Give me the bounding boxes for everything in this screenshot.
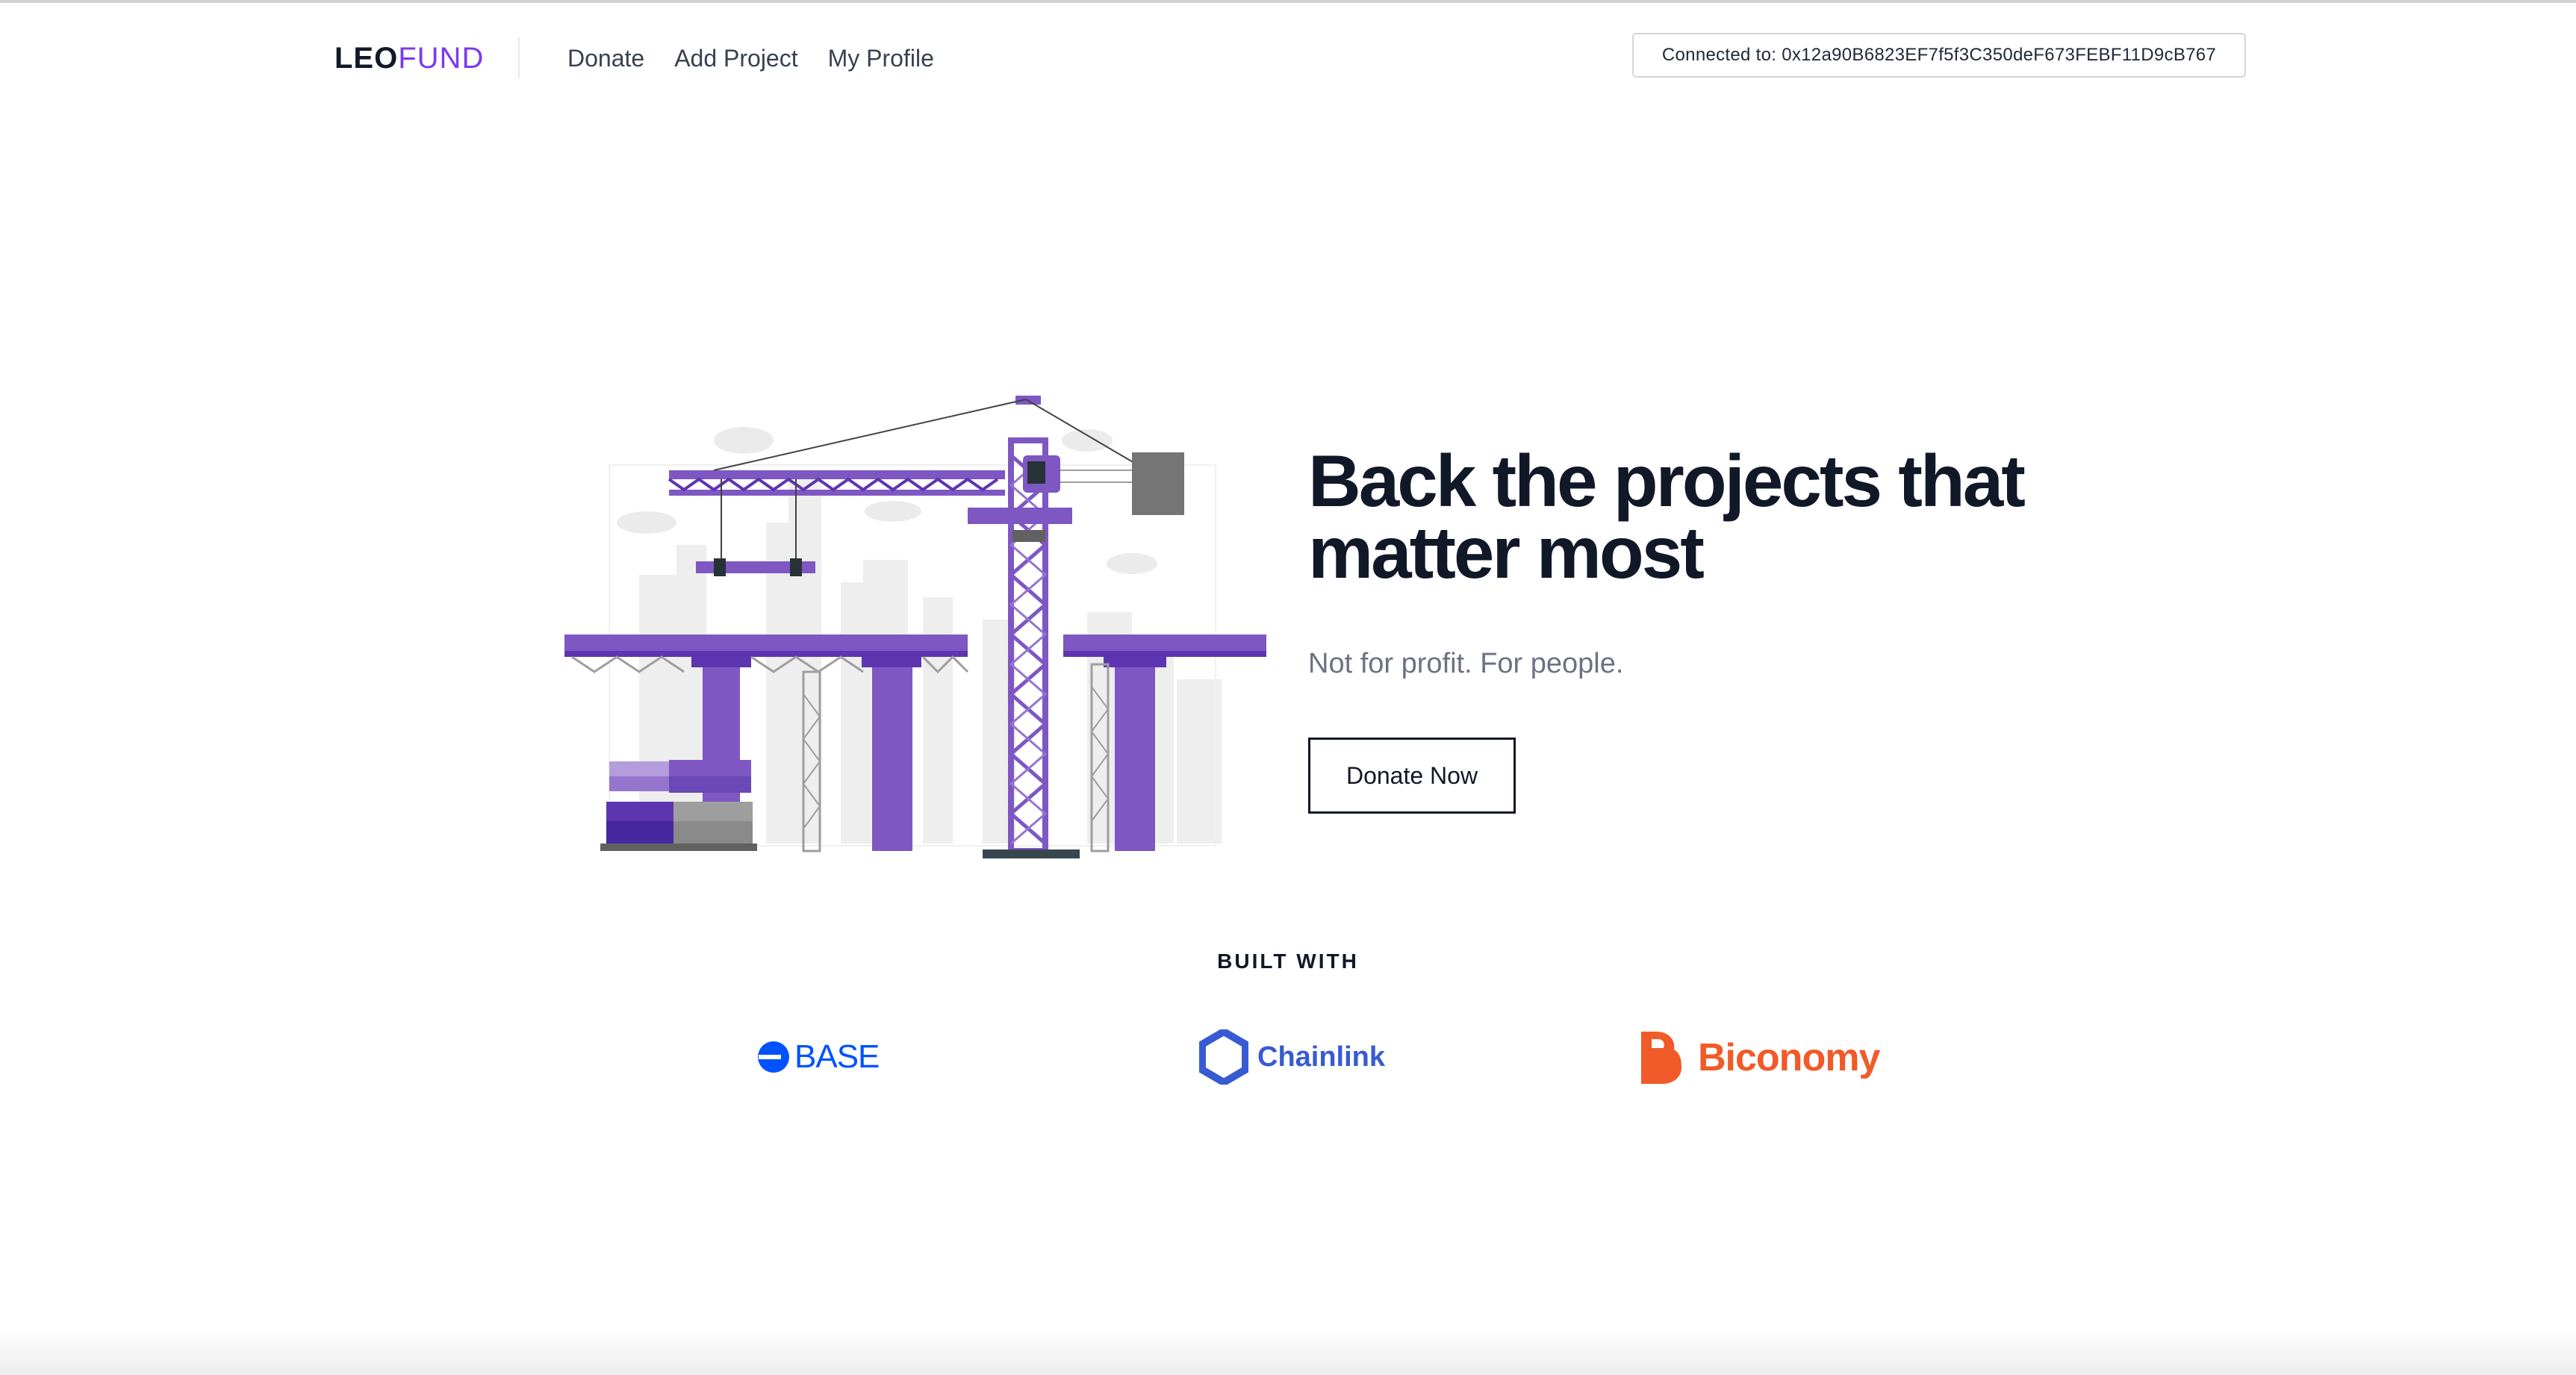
wallet-connected-badge[interactable]: Connected to: 0x12a90B6823EF7f5f3C350deF…	[1632, 33, 2246, 78]
nav-divider	[518, 37, 520, 78]
partner-base-label: BASE	[794, 1038, 880, 1075]
hero-headline: Back the projects that matter most	[1308, 440, 2129, 593]
partner-base[interactable]: BASE	[757, 1035, 880, 1079]
donate-now-button[interactable]: Donate Now	[1308, 738, 1516, 814]
bottom-shadow	[0, 1329, 2576, 1375]
base-logo-icon	[758, 1041, 789, 1073]
logo-fund-text: FUND	[398, 42, 485, 75]
material-stacks	[600, 760, 757, 851]
partner-biconomy[interactable]: Biconomy	[1640, 1030, 1880, 1085]
nav-link-add-project[interactable]: Add Project	[674, 42, 797, 75]
nav-link-donate[interactable]: Donate	[567, 42, 644, 75]
main-nav: Donate Add Project My Profile	[567, 42, 934, 75]
partner-biconomy-label: Biconomy	[1698, 1036, 1880, 1079]
logo-leo-text: LEO	[335, 42, 399, 75]
chainlink-logo-icon	[1199, 1029, 1248, 1085]
hero-headline-line-1: Back the projects that	[1308, 440, 2026, 522]
nav-link-my-profile[interactable]: My Profile	[828, 42, 934, 75]
partner-chainlink[interactable]: Chainlink	[1199, 1029, 1385, 1085]
hero-headline-line-2: matter most	[1308, 511, 1705, 593]
crane-jib	[668, 399, 1184, 576]
partner-chainlink-label: Chainlink	[1257, 1041, 1386, 1073]
biconomy-logo-icon	[1641, 1032, 1681, 1084]
hero-subtitle: Not for profit. For people.	[1308, 648, 1624, 679]
top-navbar: LEOFUND Donate Add Project My Profile Co…	[0, 3, 2576, 107]
crane-construction-illustration	[564, 396, 1266, 858]
leofund-logo[interactable]: LEOFUND	[335, 40, 484, 76]
built-with-title: BUILT WITH	[1217, 950, 1359, 973]
